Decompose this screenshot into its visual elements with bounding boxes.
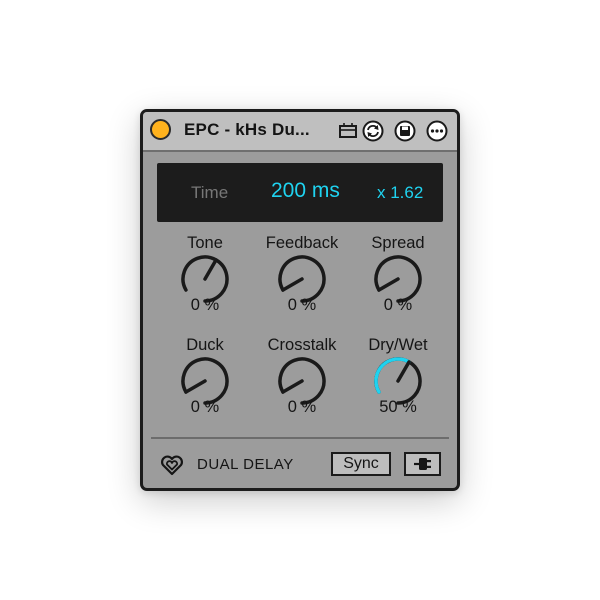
knob-feedback[interactable]: Feedback 0 % (254, 234, 350, 324)
knob-pointer (184, 379, 207, 394)
save-icon[interactable] (394, 120, 416, 142)
knob-crosstalk[interactable]: Crosstalk 0 % (254, 336, 350, 426)
time-value[interactable]: 200 ms (271, 179, 340, 203)
device-brand: DUAL DELAY (197, 456, 294, 473)
knob-pointer (203, 258, 218, 281)
knob-pointer (281, 379, 304, 394)
sync-button[interactable]: Sync (331, 452, 391, 476)
knob-value: 50 % (379, 398, 417, 416)
device-title: EPC - kHs Du... (184, 120, 310, 139)
knob-value: 0 % (190, 398, 220, 416)
plug-icon (414, 458, 431, 470)
more-icon[interactable] (426, 120, 448, 142)
time-label: Time (191, 183, 229, 202)
knob-duck[interactable]: Duck 0 % (157, 336, 253, 426)
knob-value: 0 % (287, 296, 317, 314)
knob-value: 0 % (287, 398, 317, 416)
power-icon[interactable] (150, 119, 171, 140)
knob-pointer (281, 277, 304, 292)
clip-icon[interactable] (337, 120, 359, 142)
knob-spread[interactable]: Spread 0 % (350, 234, 446, 324)
knob-pointer (396, 360, 411, 383)
sync-icon[interactable] (362, 120, 384, 142)
heart-logo-icon (161, 455, 183, 476)
plug-button[interactable] (404, 452, 441, 476)
knob-tone[interactable]: Tone 0 % (157, 234, 253, 324)
time-display[interactable]: Time 200 ms x 1.62 (157, 163, 443, 222)
knob-dry-wet[interactable]: Dry/Wet 50 % (350, 336, 446, 426)
knob-value: 0 % (190, 296, 220, 314)
knob-value-arc (374, 357, 411, 394)
title-bar[interactable]: EPC - kHs Du... (143, 112, 457, 152)
knob-pointer (377, 277, 400, 292)
time-multiplier[interactable]: x 1.62 (377, 183, 423, 203)
device-panel: EPC - kHs Du... Time 200 ms x 1.62 Tone … (140, 109, 460, 491)
knob-value: 0 % (383, 296, 413, 314)
divider (151, 437, 449, 439)
